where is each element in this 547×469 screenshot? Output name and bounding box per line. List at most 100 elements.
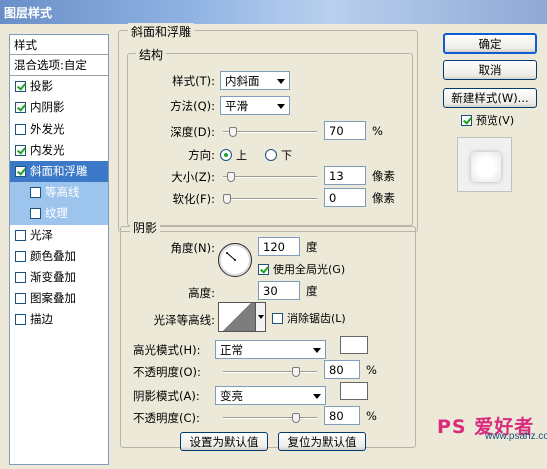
technique-label: 方法(Q):: [170, 98, 215, 113]
preview-checkbox[interactable]: [461, 114, 472, 126]
slider-thumb[interactable]: [291, 367, 300, 377]
preview-thumbnail: [471, 152, 501, 182]
style-list-item[interactable]: 外发光: [10, 119, 108, 140]
angle-input[interactable]: 120: [258, 237, 300, 256]
style-list-item[interactable]: 等高线: [10, 182, 108, 204]
style-list-item-label: 光泽: [30, 227, 53, 242]
highlight-mode-label: 高光模式(H):: [133, 342, 201, 357]
shadow-color-swatch[interactable]: [340, 382, 368, 400]
style-checkbox[interactable]: [15, 314, 26, 326]
technique-select[interactable]: 平滑: [220, 96, 290, 115]
gloss-contour-preview[interactable]: [218, 302, 256, 332]
style-label: 样式(T):: [172, 73, 215, 88]
style-checkbox[interactable]: [30, 187, 41, 199]
bevel-style-value: 内斜面: [225, 73, 260, 88]
style-checkbox[interactable]: [15, 81, 26, 93]
slider-thumb[interactable]: [291, 413, 300, 423]
style-list-item-label: 等高线: [45, 185, 80, 200]
watermark-logo: PS 爱好者 www.psahz.com: [437, 412, 547, 442]
style-list-item[interactable]: 光泽: [10, 225, 108, 246]
style-list-item[interactable]: 内阴影: [10, 97, 108, 118]
style-list-item[interactable]: 斜面和浮雕: [10, 160, 108, 183]
anti-aliased-label[interactable]: 消除锯齿(L): [287, 310, 346, 326]
slider-track: [223, 198, 317, 200]
style-list-item-label: 外发光: [30, 121, 65, 136]
style-checkbox[interactable]: [15, 250, 26, 262]
style-list-item-label: 投影: [30, 79, 53, 94]
style-checkbox[interactable]: [15, 102, 26, 114]
soften-input[interactable]: 0: [324, 188, 366, 207]
highlight-opacity-slider[interactable]: [223, 367, 317, 377]
style-checkbox[interactable]: [15, 229, 26, 241]
highlight-mode-value: 正常: [220, 342, 243, 357]
ok-button[interactable]: 确定: [443, 33, 537, 54]
direction-up-radio[interactable]: [220, 149, 232, 161]
window-title: 图层样式: [4, 6, 53, 20]
size-slider[interactable]: [223, 172, 317, 182]
chevron-down-icon: [313, 348, 321, 353]
style-list-item[interactable]: 颜色叠加: [10, 246, 108, 267]
style-list-item[interactable]: 描边: [10, 309, 108, 330]
structure-title: 结构: [136, 46, 167, 63]
style-checkbox[interactable]: [15, 271, 26, 283]
highlight-opacity-input[interactable]: 80: [324, 360, 360, 379]
make-default-button[interactable]: 设置为默认值: [180, 432, 268, 451]
highlight-mode-select[interactable]: 正常: [215, 340, 326, 359]
style-list-item[interactable]: 投影: [10, 76, 108, 97]
style-checkbox[interactable]: [15, 293, 26, 305]
direction-down-radio[interactable]: [265, 149, 277, 161]
shadow-opacity-unit: %: [366, 408, 377, 423]
anti-aliased-checkbox[interactable]: [272, 312, 283, 324]
angle-label: 角度(N):: [170, 241, 215, 255]
style-list-item[interactable]: 内发光: [10, 140, 108, 161]
direction-up-label[interactable]: 上: [236, 147, 247, 163]
chevron-down-icon: [277, 104, 285, 109]
style-checkbox[interactable]: [15, 123, 26, 135]
watermark-url: www.psahz.com: [485, 431, 547, 442]
global-light-label[interactable]: 使用全局光(G): [273, 261, 345, 277]
slider-thumb[interactable]: [223, 194, 231, 204]
shadow-mode-select[interactable]: 变亮: [215, 386, 326, 405]
shadow-mode-label: 阴影模式(A):: [133, 388, 200, 403]
slider-track: [223, 371, 317, 373]
slider-thumb[interactable]: [229, 127, 238, 137]
highlight-color-swatch[interactable]: [340, 336, 368, 354]
shadow-opacity-input[interactable]: 80: [324, 406, 360, 425]
style-list-item-label: 斜面和浮雕: [30, 164, 88, 179]
slider-track: [223, 417, 317, 419]
depth-slider[interactable]: [223, 127, 317, 137]
shading-title: 阴影: [130, 219, 161, 236]
highlight-opacity-label: 不透明度(O):: [133, 365, 201, 379]
reset-default-button[interactable]: 复位为默认值: [278, 432, 366, 451]
angle-dial[interactable]: [218, 243, 252, 277]
style-list: 样式 混合选项:自定 投影内阴影外发光内发光斜面和浮雕等高线纹理光泽颜色叠加渐变…: [9, 34, 109, 465]
bevel-style-select[interactable]: 内斜面: [220, 71, 290, 90]
cancel-button[interactable]: 取消: [443, 60, 537, 80]
title-bar[interactable]: 图层样式: [0, 0, 547, 24]
soften-label: 软化(F):: [172, 192, 215, 206]
preview-label[interactable]: 预览(V): [476, 112, 514, 128]
size-input[interactable]: 13: [324, 166, 366, 185]
global-light-checkbox[interactable]: [258, 263, 269, 275]
soften-slider[interactable]: [223, 194, 317, 204]
style-list-item[interactable]: 纹理: [10, 203, 108, 225]
shadow-opacity-slider[interactable]: [223, 413, 317, 423]
new-style-button[interactable]: 新建样式(W)...: [443, 88, 537, 108]
style-checkbox[interactable]: [15, 144, 26, 156]
gloss-contour-label: 光泽等高线:: [153, 313, 215, 327]
style-list-header[interactable]: 样式: [10, 35, 108, 55]
altitude-input[interactable]: 30: [258, 281, 300, 300]
chevron-down-icon: [277, 79, 285, 84]
blend-options-item[interactable]: 混合选项:自定: [10, 55, 108, 77]
style-list-item[interactable]: 图案叠加: [10, 288, 108, 309]
depth-input[interactable]: 70: [324, 121, 366, 140]
style-list-item-label: 颜色叠加: [30, 248, 76, 263]
style-list-item[interactable]: 渐变叠加: [10, 267, 108, 288]
gloss-contour-dropdown[interactable]: [256, 302, 266, 332]
direction-down-label[interactable]: 下: [281, 147, 292, 163]
style-checkbox[interactable]: [30, 208, 41, 220]
slider-thumb[interactable]: [227, 172, 236, 182]
chevron-down-icon: [313, 394, 321, 399]
direction-label: 方向:: [188, 148, 215, 162]
style-checkbox[interactable]: [15, 166, 26, 178]
